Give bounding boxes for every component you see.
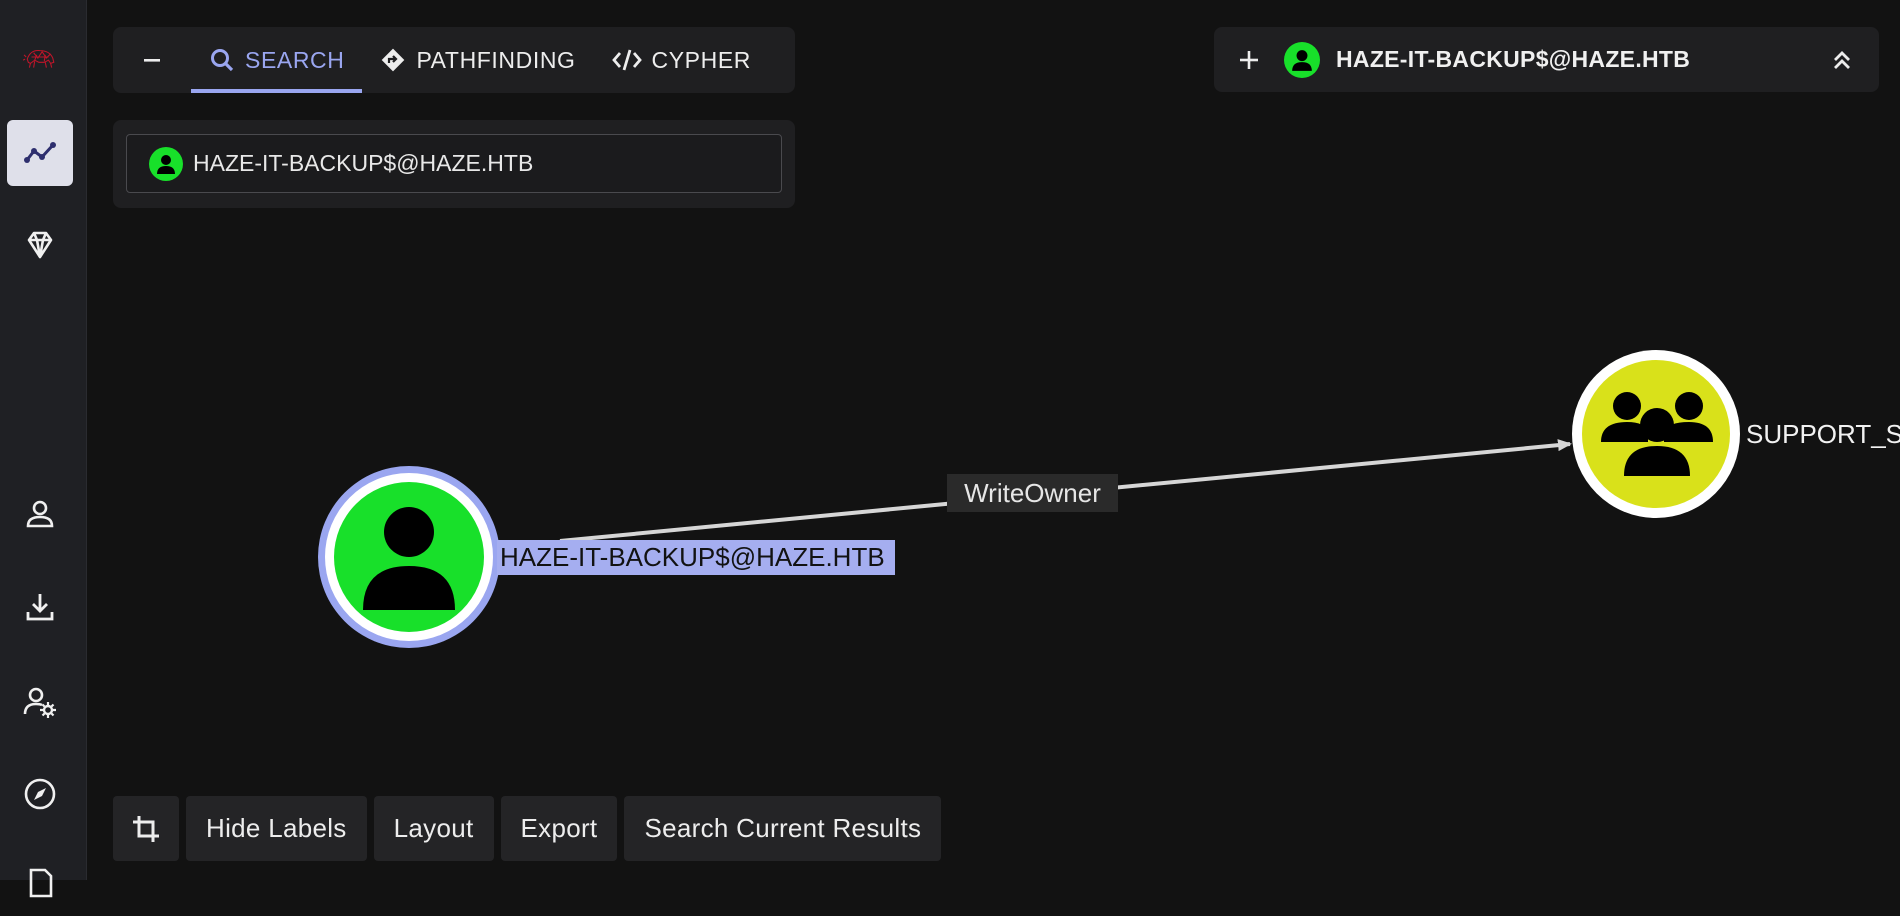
tab-cypher-label: CYPHER (651, 46, 751, 73)
plus-icon (1240, 50, 1258, 69)
tab-search[interactable]: SEARCH (191, 27, 363, 93)
add-button[interactable] (1214, 27, 1284, 92)
edge-label: WriteOwner (947, 474, 1118, 512)
hide-labels-button[interactable]: Hide Labels (186, 796, 367, 861)
graph-toolbar: Hide Labels Layout Export Search Current… (113, 796, 942, 861)
crop-button[interactable] (113, 796, 179, 861)
selected-item-name: HAZE-IT-BACKUP$@HAZE.HTB (1336, 46, 1691, 72)
search-icon (211, 49, 234, 72)
collapse-button[interactable] (113, 27, 191, 93)
user-node[interactable] (318, 466, 500, 648)
tab-cypher[interactable]: CYPHER (594, 27, 769, 93)
source-node-label: HAZE-IT-BACKUP$@HAZE.HTB (497, 540, 895, 575)
double-chevron-up-icon (1834, 50, 1850, 69)
layout-button[interactable]: Layout (373, 796, 494, 861)
export-button[interactable]: Export (500, 796, 618, 861)
code-icon (611, 49, 642, 71)
directions-icon (382, 48, 405, 72)
search-input-value: HAZE-IT-BACKUP$@HAZE.HTB (193, 150, 534, 176)
expand-button[interactable] (1805, 27, 1879, 92)
target-node-label: SUPPORT_S (1746, 418, 1900, 449)
search-input[interactable]: HAZE-IT-BACKUP$@HAZE.HTB (126, 134, 782, 193)
tab-pathfinding[interactable]: PATHFINDING (362, 27, 593, 93)
selected-item-panel: HAZE-IT-BACKUP$@HAZE.HTB (1214, 27, 1879, 92)
selected-user-icon (1284, 41, 1320, 78)
search-tabs-panel: SEARCH PATHFINDING CYPHER (113, 27, 795, 93)
tab-pathfinding-label: PATHFINDING (416, 46, 576, 73)
tab-search-label: SEARCH (245, 46, 345, 73)
search-current-results-button[interactable]: Search Current Results (624, 796, 942, 861)
group-node[interactable] (1572, 350, 1740, 518)
crop-icon (133, 815, 159, 842)
search-panel: HAZE-IT-BACKUP$@HAZE.HTB (113, 120, 795, 208)
minus-icon (144, 59, 160, 62)
user-node-badge-icon (149, 146, 183, 181)
